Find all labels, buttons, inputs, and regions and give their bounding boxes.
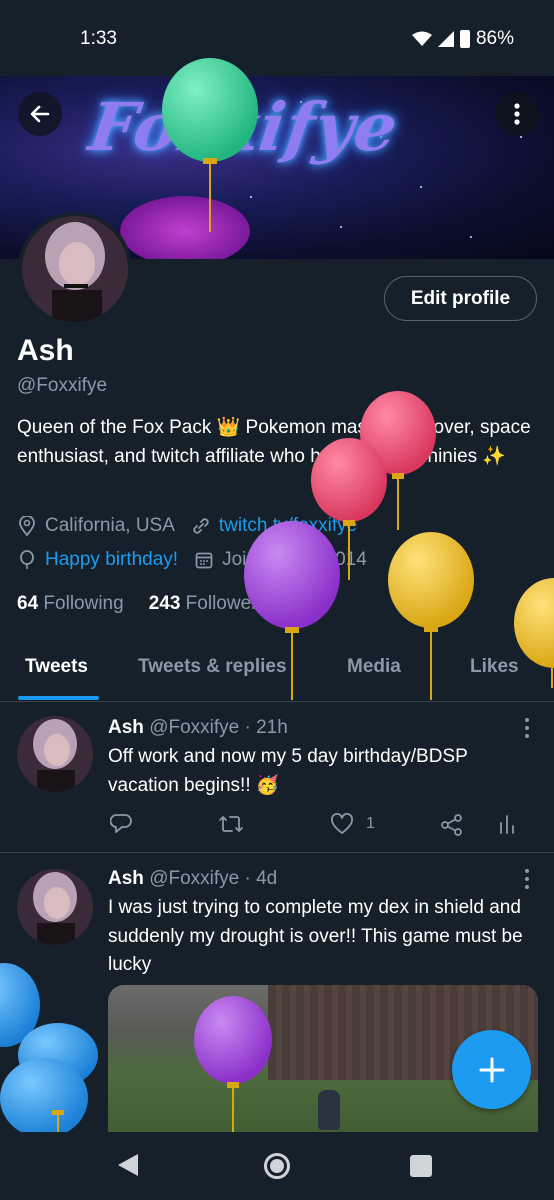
tweet-more-button[interactable]: [524, 718, 530, 738]
tweet-author-handle: @Foxxifye: [149, 717, 240, 738]
wifi-icon: [411, 31, 432, 46]
signal-icon: [437, 31, 454, 47]
tweet-author-name[interactable]: Ash: [108, 717, 144, 738]
battery-level: 86%: [475, 28, 514, 49]
edit-profile-button[interactable]: Edit profile: [384, 276, 537, 321]
like-button[interactable]: 1: [330, 813, 375, 835]
game-character: [318, 1090, 340, 1130]
retweet-icon: [219, 816, 243, 832]
heart-icon: [331, 813, 353, 834]
profile-birthday: Happy birthday!: [45, 549, 179, 570]
followers-link[interactable]: 243 Followers: [149, 593, 267, 615]
tweet-time: · 4d: [244, 868, 278, 889]
plus-icon: [479, 1057, 504, 1082]
system-navigation-bar: [0, 1132, 554, 1200]
profile-meta-row-1: California, USA twitch.tv/foxxifye: [17, 515, 357, 537]
following-count: 64: [17, 593, 39, 614]
tweet-header: Ash @Foxxifye · 4d: [108, 868, 277, 890]
tweet-header: Ash @Foxxifye · 21h: [108, 717, 288, 739]
profile-website-link[interactable]: twitch.tv/foxxifye: [219, 515, 357, 537]
following-link[interactable]: 64 Following: [17, 593, 124, 615]
compose-tweet-button[interactable]: [452, 1030, 531, 1109]
back-button[interactable]: [18, 92, 62, 136]
tab-tweets[interactable]: Tweets: [25, 656, 88, 678]
retweet-button[interactable]: [218, 813, 244, 835]
reply-icon: [110, 814, 132, 833]
followers-count: 243: [148, 593, 181, 614]
tweet-author-name[interactable]: Ash: [108, 868, 144, 889]
reply-button[interactable]: [110, 813, 132, 835]
balloon-icon: [17, 550, 37, 570]
profile-handle: @Foxxifye: [17, 375, 108, 396]
tab-likes[interactable]: Likes: [470, 656, 519, 678]
system-recents-button[interactable]: [410, 1155, 432, 1177]
tweet-avatar[interactable]: [17, 716, 93, 792]
analytics-icon: [500, 815, 514, 834]
profile-avatar[interactable]: [18, 212, 132, 326]
battery-icon: [459, 30, 470, 48]
status-icons: 86%: [411, 28, 514, 50]
tweet-avatar[interactable]: [17, 869, 93, 945]
profile-location: California, USA: [45, 515, 175, 536]
active-tab-indicator: [18, 696, 99, 700]
profile-tabs: Tweets Tweets & replies Media Likes: [0, 640, 554, 702]
banner-swirl: [120, 196, 250, 259]
tweet-text: I was just trying to complete my dex in …: [108, 897, 523, 975]
link-icon: [191, 516, 211, 536]
profile-meta-row-2: Happy birthday! Joined May 2014: [17, 549, 367, 571]
profile-joined: Joined May 2014: [222, 549, 367, 570]
followers-label: Followers: [185, 593, 267, 614]
arrow-left-icon: [30, 105, 50, 123]
location-pin-icon: [17, 516, 37, 536]
calendar-icon: [194, 550, 214, 570]
system-back-button[interactable]: [118, 1154, 138, 1176]
tab-tweets-replies[interactable]: Tweets & replies: [138, 656, 287, 678]
tweet-time: · 21h: [244, 717, 288, 738]
tab-media[interactable]: Media: [347, 656, 401, 678]
tweet-author-handle: @Foxxifye: [149, 868, 240, 889]
follow-stats: 64 Following 243 Followers: [17, 593, 267, 615]
tweet-text: Off work and now my 5 day birthday/BDSP …: [108, 746, 468, 796]
like-count: 1: [366, 815, 375, 832]
following-label: Following: [43, 593, 124, 614]
more-options-button[interactable]: [495, 92, 539, 136]
status-time: 1:33: [80, 28, 117, 49]
analytics-button[interactable]: [497, 813, 517, 835]
more-vertical-icon: [514, 103, 520, 125]
tweet-item[interactable]: Ash @Foxxifye · 21h Off work and now my …: [0, 702, 554, 852]
profile-name: Ash: [17, 334, 74, 367]
tweet-more-button[interactable]: [524, 869, 530, 889]
banner-title: Foxxifye: [84, 88, 404, 166]
share-icon: [441, 814, 462, 836]
share-button[interactable]: [440, 813, 464, 837]
profile-bio: Queen of the Fox Pack 👑 Pokemon master, …: [17, 417, 531, 467]
system-home-button[interactable]: [264, 1153, 290, 1179]
status-bar: 1:33 86%: [0, 0, 554, 76]
